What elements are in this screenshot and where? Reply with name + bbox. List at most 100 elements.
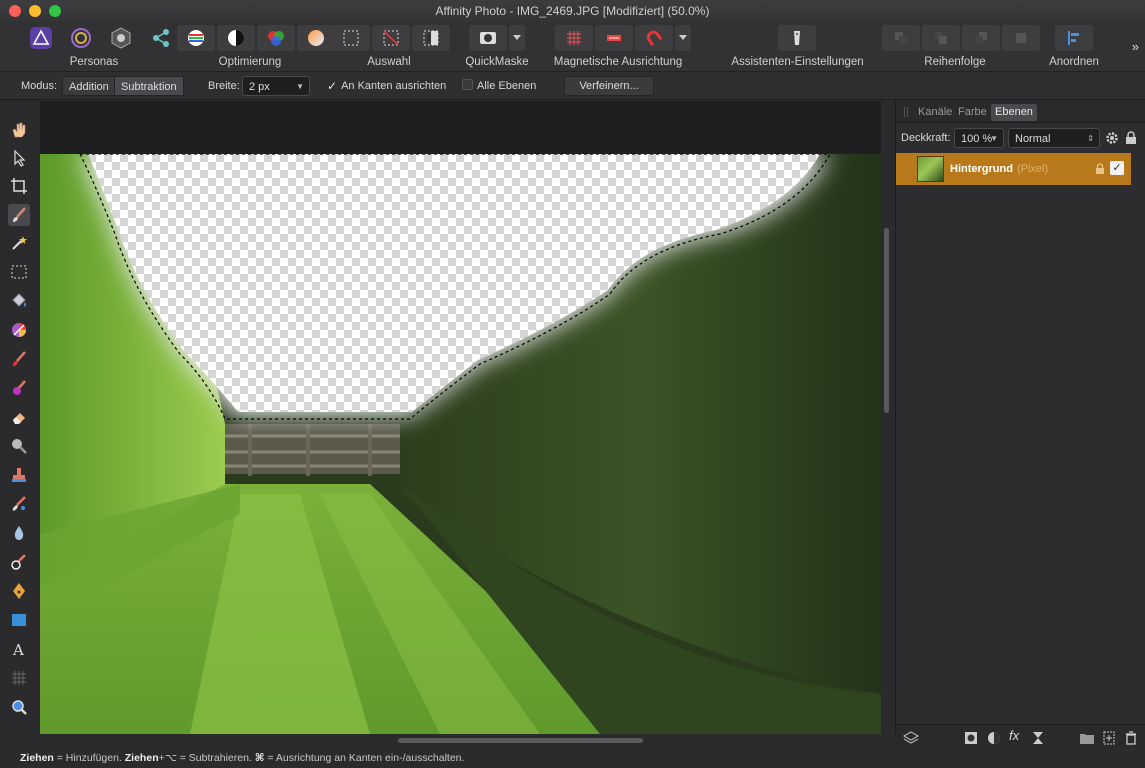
chevron-down-icon: ▼ — [296, 82, 304, 91]
crop-tool[interactable] — [8, 175, 30, 197]
eraser-icon — [13, 413, 25, 424]
auto-colors-icon — [268, 31, 284, 46]
horizontal-scrollbar[interactable] — [398, 738, 643, 743]
text-tool[interactable]: A — [8, 638, 30, 660]
snapping-dropdown[interactable] — [675, 25, 691, 51]
view-tool[interactable] — [8, 119, 30, 141]
marquee-tool[interactable] — [8, 261, 30, 283]
color-replacement-tool[interactable] — [8, 377, 30, 399]
rectangle-icon — [12, 614, 26, 626]
layer-row[interactable]: Hintergrund (Pixel) ✓ — [896, 153, 1131, 185]
assistant-settings-button[interactable] — [778, 25, 816, 51]
gear-icon[interactable] — [1105, 131, 1119, 145]
pen-tool[interactable] — [8, 580, 30, 602]
adjustment-layer-icon[interactable] — [987, 731, 1001, 745]
vertical-scrollbar[interactable] — [884, 228, 889, 413]
select-all-button[interactable] — [332, 25, 370, 51]
panel-grip-icon[interactable] — [904, 107, 908, 117]
healing-icon — [12, 496, 26, 511]
live-filter-icon[interactable] — [1031, 731, 1045, 745]
zoom-window-button[interactable] — [49, 5, 61, 17]
blur-tool[interactable] — [8, 522, 30, 544]
snap-edges-checkbox[interactable]: ✓ An Kanten ausrichten — [327, 72, 446, 100]
snapping-toggle-button[interactable] — [635, 25, 673, 51]
main-toolbar: Personas Optimierung Auswahl QuickMaske … — [0, 22, 1145, 72]
refine-button[interactable]: Verfeinern... — [564, 76, 654, 96]
assistant-group — [778, 24, 816, 52]
smudge-tool[interactable] — [8, 551, 30, 573]
auto-white-balance-button[interactable] — [297, 25, 335, 51]
quickmask-button[interactable] — [469, 25, 507, 51]
folder-icon[interactable] — [1079, 731, 1095, 745]
move-backward-button[interactable] — [922, 25, 960, 51]
canvas-area[interactable] — [40, 101, 881, 734]
tab-layers[interactable]: Ebenen — [991, 104, 1037, 121]
erase-tool[interactable] — [8, 406, 30, 428]
all-layers-checkbox[interactable]: Alle Ebenen — [462, 72, 536, 100]
layer-lock-icon[interactable] — [1095, 163, 1105, 175]
quickmask-label: QuickMaske — [465, 56, 529, 68]
snapping-grid-button[interactable] — [555, 25, 593, 51]
snapping-group — [555, 24, 691, 52]
auto-contrast-button[interactable] — [217, 25, 255, 51]
order-group — [882, 24, 1040, 52]
layers-stack-icon[interactable] — [903, 731, 919, 745]
tab-color[interactable]: Farbe — [954, 104, 991, 121]
layer-visibility-checkbox[interactable]: ✓ — [1110, 161, 1124, 175]
move-forward-button[interactable] — [962, 25, 1000, 51]
mode-subtraction-button[interactable]: Subtraktion — [114, 76, 184, 96]
tab-channels[interactable]: Kanäle — [914, 104, 956, 121]
trash-icon[interactable] — [1125, 731, 1137, 745]
quickmask-dropdown[interactable] — [509, 25, 525, 51]
snap-edges-label: An Kanten ausrichten — [341, 80, 447, 92]
shape-tool[interactable] — [8, 609, 30, 631]
selection-brush-tool[interactable] — [8, 204, 30, 226]
auto-colors-button[interactable] — [257, 25, 295, 51]
droplet-icon — [14, 526, 24, 540]
minimize-window-button[interactable] — [29, 5, 41, 17]
width-dropdown[interactable]: 2 px ▼ — [242, 76, 310, 96]
zoom-tool[interactable] — [8, 696, 30, 718]
paint-brush-tool[interactable] — [8, 348, 30, 370]
move-to-front-button[interactable] — [1002, 25, 1040, 51]
mask-layer-icon[interactable] — [964, 731, 978, 745]
toolbar-overflow-button[interactable]: » — [1132, 39, 1139, 54]
auto-levels-button[interactable] — [177, 25, 215, 51]
quickmask-group — [469, 24, 525, 52]
move-tool[interactable] — [8, 147, 30, 169]
layer-name-text: Hintergrund — [950, 163, 1013, 175]
lock-icon[interactable] — [1125, 131, 1137, 145]
fill-tool[interactable] — [8, 290, 30, 312]
opacity-dropdown[interactable]: 100 % ▼ — [954, 128, 1004, 148]
flood-select-tool[interactable] — [8, 232, 30, 254]
layer-controls: Deckkraft: 100 % ▼ Normal ⇕ — [896, 125, 1145, 151]
move-front-icon — [1016, 33, 1026, 43]
color-picker-tool[interactable] — [8, 319, 30, 341]
magic-wand-icon — [12, 236, 27, 250]
hand-icon — [12, 122, 26, 138]
blend-mode-select[interactable]: Normal ⇕ — [1008, 128, 1100, 148]
layers-panel-footer: fx — [896, 724, 1145, 750]
close-window-button[interactable] — [9, 5, 21, 17]
marquee-icon — [343, 30, 359, 46]
chevron-down-icon — [513, 35, 521, 40]
export-persona-button[interactable] — [142, 25, 180, 51]
photo-persona-button[interactable] — [22, 25, 60, 51]
clone-tool[interactable] — [8, 464, 30, 486]
fx-icon[interactable]: fx — [1009, 728, 1019, 743]
dodge-tool[interactable] — [8, 435, 30, 457]
mesh-warp-tool[interactable] — [8, 667, 30, 689]
develop-persona-button[interactable] — [102, 25, 140, 51]
move-backward-icon — [935, 32, 947, 44]
healing-brush-tool[interactable] — [8, 493, 30, 515]
snapping-guides-button[interactable] — [595, 25, 633, 51]
chevron-down-icon — [679, 35, 687, 40]
invert-selection-button[interactable] — [412, 25, 450, 51]
new-layer-icon[interactable] — [1102, 731, 1116, 745]
align-button[interactable] — [1055, 25, 1093, 51]
move-to-back-button[interactable] — [882, 25, 920, 51]
liquify-persona-button[interactable] — [62, 25, 100, 51]
deselect-button[interactable] — [372, 25, 410, 51]
mode-addition-button[interactable]: Addition — [62, 76, 116, 96]
document-image[interactable] — [40, 154, 881, 734]
